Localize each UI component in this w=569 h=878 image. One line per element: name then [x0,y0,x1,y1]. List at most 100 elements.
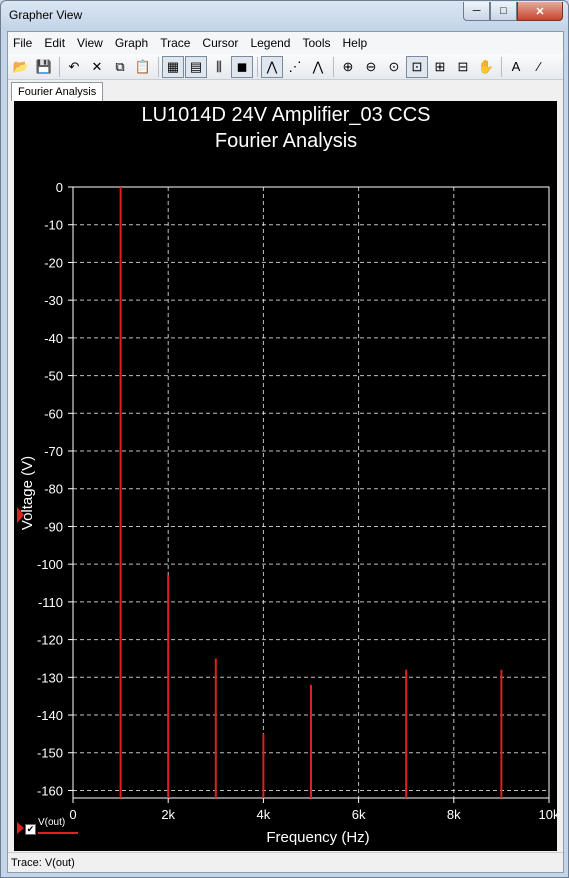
menu-view[interactable]: View [71,32,109,54]
pan-button[interactable]: ✋ [475,56,497,78]
text-button[interactable]: A [505,56,527,78]
reverse-colors-button[interactable]: ◼ [231,55,253,78]
x-tick-label: 2k [161,807,175,822]
y-tick-label: -130 [37,670,63,685]
save-icon: 💾 [35,58,53,74]
menu-legend[interactable]: Legend [244,32,296,54]
x-tick-label: 8k [447,807,461,822]
x-axis-label: Frequency (Hz) [266,829,369,846]
y-tick-label: -90 [44,519,63,534]
minimize-button[interactable]: ─ [463,2,490,21]
menu-cursor[interactable]: Cursor [196,32,244,54]
menu-file[interactable]: File [8,32,38,54]
line-trace-icon: ⋀ [266,58,278,74]
toolbar-separator [333,56,334,77]
undo-button[interactable]: ↶ [63,56,85,78]
maximize-icon: □ [500,5,507,17]
title-bar[interactable]: Grapher View ─ □ ✕ [1,1,568,31]
open-button[interactable]: 📂 [10,56,32,78]
toolbar-separator [501,56,502,77]
x-tick-label: 0 [69,807,76,822]
text-icon: A [511,59,521,74]
x-tick-label: 10k [539,807,557,822]
open-icon: 📂 [12,58,30,74]
x-tick-label: 4k [257,807,271,822]
scatter-trace-button[interactable]: ⋰ [284,56,306,78]
y-tick-label: -140 [37,708,63,723]
legend-line [38,832,78,834]
zoom-y-icon: ⊟ [457,58,469,74]
zoom-x-icon: ⊞ [434,58,446,74]
y-tick-label: -20 [44,255,63,270]
y-axis-marker-icon [17,507,24,523]
legend-label: V(out) [38,817,66,828]
copy-icon: ⧉ [115,58,125,74]
zoom-fit-button[interactable]: ⊙ [383,56,405,78]
y-tick-label: -60 [44,406,63,421]
zoom-y-button[interactable]: ⊟ [452,56,474,78]
menu-bar: File Edit View Graph Trace Cursor Legend… [8,32,563,54]
zoom-fit-icon: ⊙ [388,58,400,74]
menu-graph[interactable]: Graph [109,32,154,54]
y-tick-label: -30 [44,293,63,308]
zoom-area-icon: ⊡ [411,58,423,74]
window-title: Grapher View [9,8,83,22]
save-button[interactable]: 💾 [33,56,55,78]
cursors-button[interactable]: ⫼ [208,56,230,78]
y-tick-label: -40 [44,331,63,346]
menu-trace[interactable]: Trace [154,32,196,54]
y-tick-label: -110 [38,595,63,610]
client-area: File Edit View Graph Trace Cursor Legend… [7,31,564,873]
zoom-in-icon: ⊕ [342,58,354,74]
legend-icon: ▤ [189,58,203,74]
y-tick-label: 0 [56,180,63,195]
tab-fourier-analysis[interactable]: Fourier Analysis [11,82,104,101]
zoom-x-button[interactable]: ⊞ [429,56,451,78]
maximize-button[interactable]: □ [490,2,517,21]
cursors-icon: ⫼ [216,58,222,74]
menu-edit[interactable]: Edit [38,32,71,54]
y-tick-label: -80 [44,482,63,497]
fourier-chart: LU1014D 24V Amplifier_03 CCS Fourier Anal… [19,104,557,846]
grapher-window: Grapher View ─ □ ✕ File Edit View Graph … [0,0,569,878]
undo-icon: ↶ [68,58,80,74]
y-tick-label: -100 [37,557,63,572]
reverse-colors-icon: ◼ [236,58,248,74]
line-trace-button[interactable]: ⋀ [261,55,283,78]
chart-subtitle: Fourier Analysis [215,130,357,152]
grid-icon: ▦ [166,58,180,74]
minimize-icon: ─ [472,5,481,17]
cut-icon: ✕ [91,58,103,74]
close-icon: ✕ [535,5,545,18]
toolbar-separator [158,56,159,77]
x-tick-label: 6k [352,807,366,822]
menu-help[interactable]: Help [337,32,374,54]
zoom-out-button[interactable]: ⊖ [360,56,382,78]
zoom-out-icon: ⊖ [365,58,377,74]
copy-button[interactable]: ⧉ [109,56,131,78]
menu-tools[interactable]: Tools [296,32,336,54]
label-button[interactable]: ⁄ [528,56,550,78]
close-button[interactable]: ✕ [517,2,563,21]
tab-strip: Fourier Analysis [8,81,563,101]
legend-button[interactable]: ▤ [185,55,207,78]
grid-button[interactable]: ▦ [162,55,184,78]
legend-marker-icon [17,822,24,834]
plot-area[interactable]: LU1014D 24V Amplifier_03 CCS Fourier Anal… [14,101,557,851]
paste-button[interactable]: 📋 [132,56,154,78]
zoom-area-button[interactable]: ⊡ [406,55,428,78]
cut-button[interactable]: ✕ [86,56,108,78]
paste-icon: 📋 [134,58,152,74]
toolbar-separator [257,56,258,77]
scatter-trace-icon: ⋰ [288,58,302,74]
pan-icon: ✋ [477,58,495,74]
legend-checkbox[interactable]: ✔ [25,824,36,835]
line-scatter-trace-icon: ⋀ [312,58,324,74]
y-tick-label: -10 [44,218,63,233]
label-icon: ⁄ [537,59,541,74]
zoom-in-button[interactable]: ⊕ [337,56,359,78]
status-bar: Trace: V(out) [8,852,563,872]
line-scatter-trace-button[interactable]: ⋀ [307,56,329,78]
y-tick-label: -50 [44,369,63,384]
y-tick-label: -160 [37,783,63,798]
